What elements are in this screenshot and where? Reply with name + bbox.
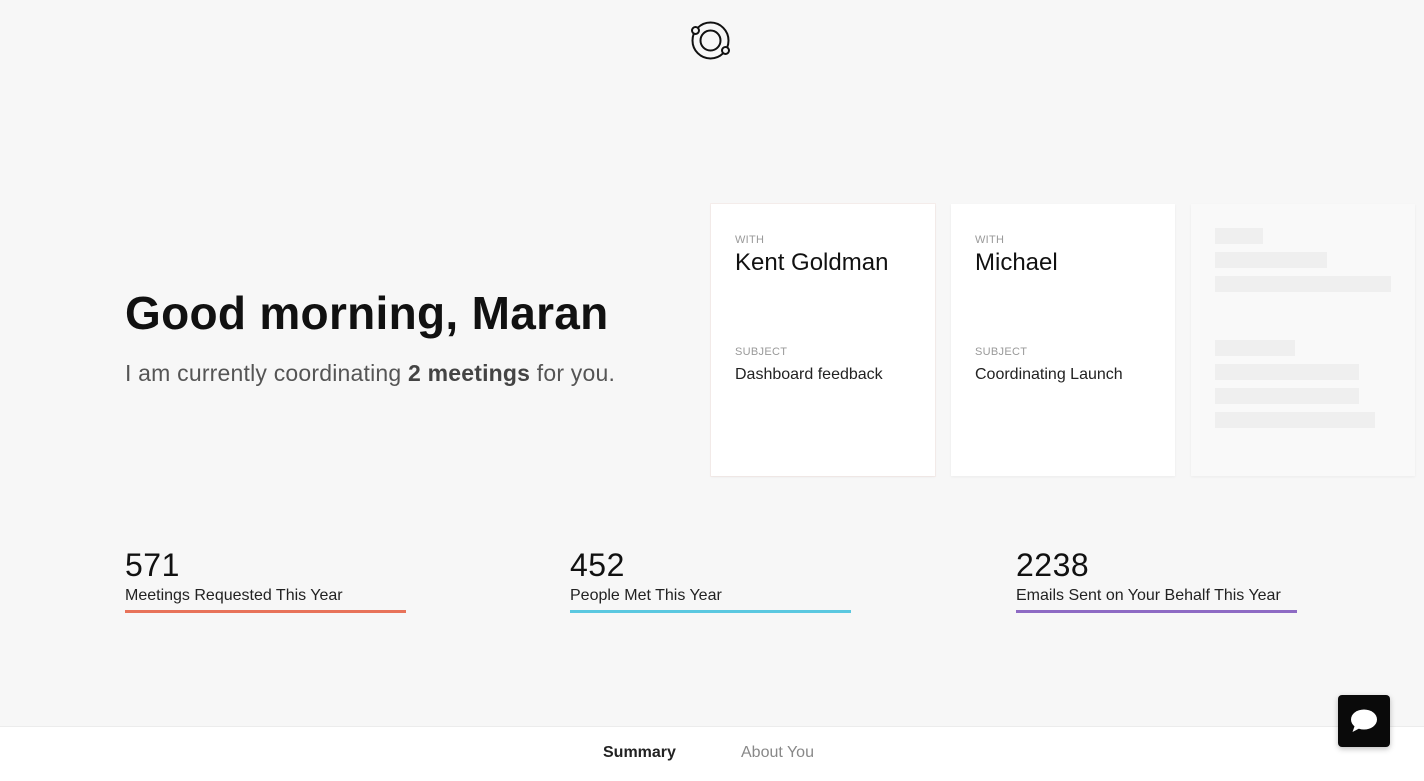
stat-underline: [1016, 610, 1297, 613]
subject-label: SUBJECT: [735, 346, 788, 358]
placeholder-card: [1191, 204, 1415, 476]
meeting-subject: Dashboard feedback: [735, 366, 883, 383]
subtitle-prefix: I am currently coordinating: [125, 360, 409, 386]
meeting-with-name: Michael: [975, 249, 1058, 276]
stat-underline: [570, 610, 851, 613]
stat-people-met: 452 People Met This Year: [570, 547, 851, 613]
skeleton-line: [1215, 340, 1295, 356]
with-label: WITH: [975, 234, 1005, 246]
footer-nav: Summary About You: [0, 726, 1424, 781]
skeleton-line: [1215, 276, 1391, 292]
tab-about-you[interactable]: About You: [741, 744, 814, 762]
chat-bubble-icon: [1351, 709, 1377, 732]
chat-button[interactable]: [1338, 695, 1390, 747]
skeleton-line: [1215, 252, 1327, 268]
meeting-subject: Coordinating Launch: [975, 366, 1123, 383]
greeting-subtitle: I am currently coordinating 2 meetings f…: [125, 360, 615, 387]
stat-value: 452: [570, 547, 625, 583]
stat-underline: [125, 610, 406, 613]
stat-value: 2238: [1016, 547, 1090, 583]
tab-summary[interactable]: Summary: [603, 744, 676, 762]
stat-meetings-requested: 571 Meetings Requested This Year: [125, 547, 406, 613]
meeting-card[interactable]: WITH Michael SUBJECT Coordinating Launch: [951, 204, 1175, 476]
stat-label: People Met This Year: [570, 587, 722, 604]
stat-emails-sent: 2238 Emails Sent on Your Behalf This Yea…: [1016, 547, 1297, 613]
with-label: WITH: [735, 234, 765, 246]
skeleton-line: [1215, 228, 1263, 244]
page: Good morning, Maran I am currently coord…: [0, 0, 1424, 781]
subtitle-suffix: for you.: [530, 360, 616, 386]
skeleton-line: [1215, 364, 1359, 380]
greeting-title: Good morning, Maran: [125, 287, 609, 339]
meeting-with-name: Kent Goldman: [735, 249, 889, 276]
subject-label: SUBJECT: [975, 346, 1028, 358]
stat-value: 571: [125, 547, 180, 583]
stat-label: Emails Sent on Your Behalf This Year: [1016, 587, 1281, 604]
skeleton-line: [1215, 412, 1375, 428]
stat-label: Meetings Requested This Year: [125, 587, 343, 604]
meeting-card[interactable]: WITH Kent Goldman SUBJECT Dashboard feed…: [711, 204, 935, 476]
meeting-count: 2 meetings: [408, 360, 531, 386]
skeleton-line: [1215, 388, 1359, 404]
orbit-logo-icon[interactable]: [689, 19, 732, 62]
